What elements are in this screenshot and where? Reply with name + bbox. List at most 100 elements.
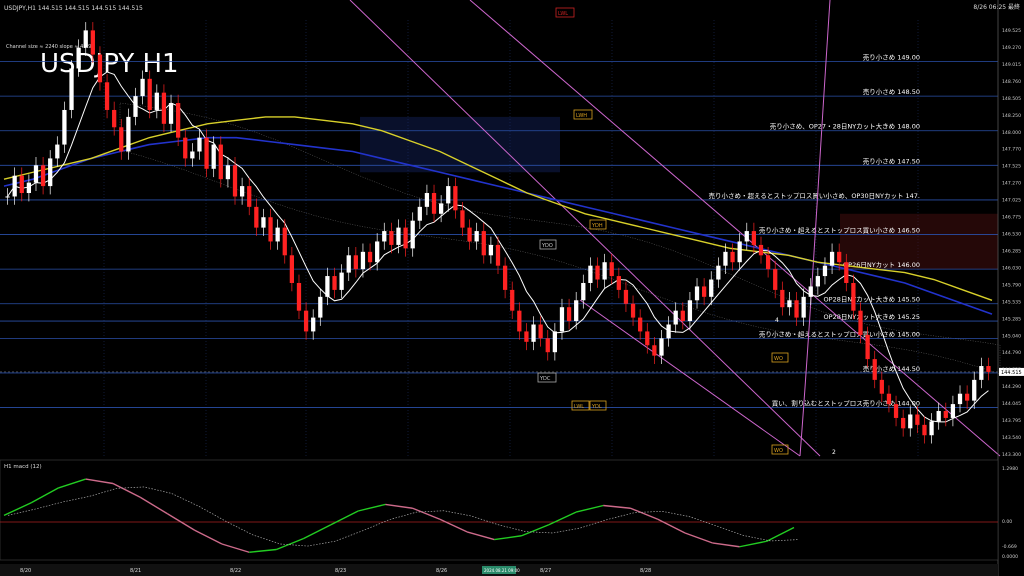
price-tick-label: 145.535 <box>1002 299 1021 305</box>
candle-body <box>638 317 643 332</box>
candle-body <box>410 220 415 249</box>
candle-body <box>957 393 963 405</box>
candle-body <box>431 193 437 214</box>
candle-body <box>844 262 849 283</box>
candle-body <box>588 265 593 283</box>
pivot-label-4: 4 <box>775 317 779 324</box>
candle-body <box>581 282 586 301</box>
candle-body <box>424 193 430 207</box>
candle-body <box>673 310 678 325</box>
time-label: 8/23 <box>335 568 346 574</box>
candle-body <box>822 265 828 277</box>
candle-body <box>183 137 188 159</box>
svg-text:YDC: YDC <box>539 376 551 382</box>
candle-body <box>382 231 387 242</box>
time-label: 8/28 <box>640 568 651 574</box>
price-tick-label: 145.285 <box>1002 316 1021 322</box>
candle-body <box>886 393 892 405</box>
candle-body <box>112 109 117 128</box>
candle-body <box>446 186 451 204</box>
candle-body <box>751 231 757 245</box>
candle-body <box>687 300 693 322</box>
price-tick-label: 146.530 <box>1002 232 1021 238</box>
svg-text:YDH: YDH <box>591 223 603 229</box>
candle-body <box>69 68 74 110</box>
candle-body <box>225 165 231 180</box>
candle-body <box>268 217 273 242</box>
svg-text:LWL: LWL <box>558 11 568 17</box>
candle-body <box>524 331 529 342</box>
candle-body <box>808 286 813 297</box>
candle-body <box>232 165 238 197</box>
candle-body <box>375 241 380 263</box>
candle-body <box>311 317 316 332</box>
candle-body <box>318 296 323 318</box>
svg-text:LWL: LWL <box>574 404 584 410</box>
candle-body <box>765 255 771 270</box>
candle-body <box>943 411 948 418</box>
candle-body <box>5 196 10 198</box>
candle-body <box>701 286 707 297</box>
candle-body <box>623 289 629 304</box>
candle-body <box>680 310 685 322</box>
candle-body <box>744 231 749 242</box>
candle-body <box>126 116 131 152</box>
level-label: 売り小さめ 148.50 <box>863 87 920 96</box>
candle-body <box>879 379 884 394</box>
candle-body <box>396 227 401 245</box>
candle-body <box>140 78 145 97</box>
price-tick-label: 146.775 <box>1002 215 1021 221</box>
level-label: 売り小さめ 147.50 <box>863 156 920 165</box>
price-tick-label: 147.770 <box>1002 147 1021 153</box>
candle-body <box>339 272 344 290</box>
candle-body <box>716 265 721 280</box>
svg-text:LWH: LWH <box>576 113 587 119</box>
price-tick-label: 145.790 <box>1002 282 1021 288</box>
time-label: 8/26 <box>436 568 447 574</box>
price-tick-label: 146.285 <box>1002 248 1021 254</box>
candle-body <box>488 244 494 256</box>
candle-body <box>261 217 266 228</box>
svg-text:YDL: YDL <box>591 404 602 410</box>
candle-body <box>97 54 103 83</box>
candle-body <box>353 255 358 270</box>
price-tick-label: 144.290 <box>1002 384 1021 390</box>
candle-body <box>538 324 543 339</box>
macd-tick-label: 0.00 <box>1002 519 1012 525</box>
price-tick-label: 146.030 <box>1002 265 1021 271</box>
level-label: 売り小さめ、OP27・28日NYカット大きめ 148.00 <box>770 122 920 131</box>
candle-body <box>474 231 479 242</box>
candle-body <box>168 103 174 124</box>
candle-body <box>417 206 422 221</box>
candle-body <box>460 210 465 228</box>
price-tick-label: 149.525 <box>1002 28 1021 34</box>
candle-body <box>929 421 934 436</box>
time-label: 8/27 <box>540 568 551 574</box>
candle-body <box>439 203 444 214</box>
candle-body <box>332 276 337 290</box>
candle-body <box>723 251 728 266</box>
candle-body <box>481 231 486 256</box>
candle-body <box>83 30 88 48</box>
candle-body <box>360 251 366 270</box>
candle-body <box>709 279 714 297</box>
candle-body <box>90 30 95 55</box>
candle-body <box>979 366 984 380</box>
candle-body <box>26 182 32 194</box>
candle-body <box>495 244 501 266</box>
chart-canvas[interactable]: USDJPY,H1 144.515 144.515 144.515 144.51… <box>0 0 1024 576</box>
candle-body <box>666 324 671 339</box>
candle-body <box>737 241 742 263</box>
candle-body <box>758 244 764 256</box>
price-tick-label: 148.760 <box>1002 79 1021 85</box>
candle-body <box>154 92 159 110</box>
svg-text:WO: WO <box>774 448 783 454</box>
candle-body <box>645 331 650 346</box>
candle-body <box>346 255 351 273</box>
candle-body <box>303 310 309 332</box>
level-label: OP28日NYカット大きめ 145.50 <box>824 295 920 304</box>
candle-body <box>595 265 600 280</box>
cloud-fill-blue <box>360 116 560 173</box>
price-tick-label: 143.540 <box>1002 435 1021 441</box>
candle-body <box>566 307 572 322</box>
